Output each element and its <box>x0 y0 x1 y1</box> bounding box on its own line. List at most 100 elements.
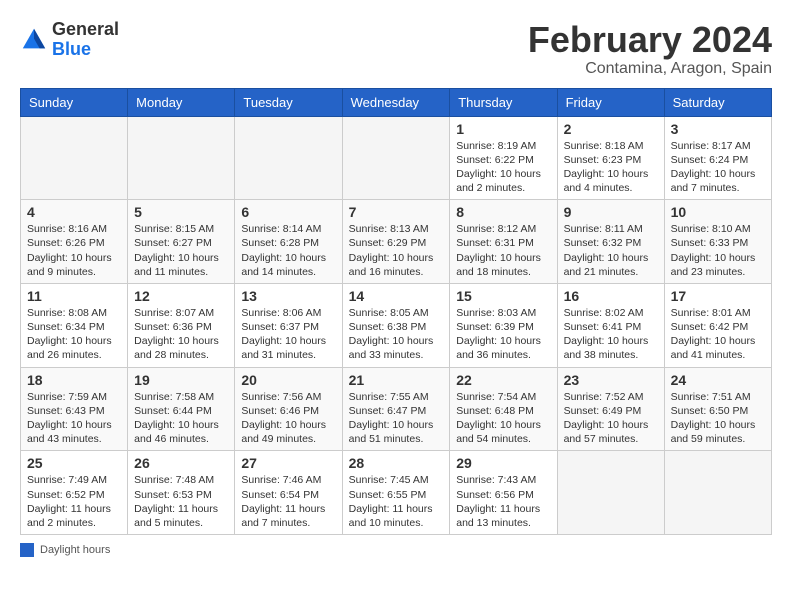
logo-icon <box>20 26 48 54</box>
day-info: Sunrise: 8:11 AM Sunset: 6:32 PM Dayligh… <box>564 222 658 279</box>
day-number: 13 <box>241 288 335 304</box>
day-info: Sunrise: 7:54 AM Sunset: 6:48 PM Dayligh… <box>456 390 550 447</box>
calendar-cell: 17Sunrise: 8:01 AM Sunset: 6:42 PM Dayli… <box>664 283 771 367</box>
calendar-cell: 8Sunrise: 8:12 AM Sunset: 6:31 PM Daylig… <box>450 200 557 284</box>
logo-blue-text: Blue <box>52 39 91 59</box>
day-number: 28 <box>349 455 444 471</box>
weekday-header-sunday: Sunday <box>21 88 128 116</box>
calendar-cell <box>664 451 771 535</box>
day-number: 3 <box>671 121 765 137</box>
legend-label: Daylight hours <box>40 544 110 556</box>
day-info: Sunrise: 8:15 AM Sunset: 6:27 PM Dayligh… <box>134 222 228 279</box>
day-number: 16 <box>564 288 658 304</box>
day-info: Sunrise: 8:07 AM Sunset: 6:36 PM Dayligh… <box>134 306 228 363</box>
day-info: Sunrise: 8:05 AM Sunset: 6:38 PM Dayligh… <box>349 306 444 363</box>
calendar-week-row: 1 Sunrise: 8:19 AM Sunset: 6:22 PM Daylig… <box>21 116 772 200</box>
legend-color-box <box>20 543 34 557</box>
calendar-cell: 6Sunrise: 8:14 AM Sunset: 6:28 PM Daylig… <box>235 200 342 284</box>
calendar-cell: 5 Sunrise: 8:15 AM Sunset: 6:27 PM Daylig… <box>128 200 235 284</box>
day-info: Sunrise: 8:03 AM Sunset: 6:39 PM Dayligh… <box>456 306 550 363</box>
calendar-cell: 2 Sunrise: 8:18 AM Sunset: 6:23 PM Daylig… <box>557 116 664 200</box>
logo-general: General <box>52 19 119 39</box>
day-info: Sunrise: 8:17 AM Sunset: 6:24 PM Dayligh… <box>671 139 765 196</box>
month-title: February 2024 <box>528 20 772 60</box>
page-header: General Blue February 2024 Contamina, Ar… <box>20 20 772 78</box>
day-info: Sunrise: 7:51 AM Sunset: 6:50 PM Dayligh… <box>671 390 765 447</box>
calendar-week-row: 11Sunrise: 8:08 AM Sunset: 6:34 PM Dayli… <box>21 283 772 367</box>
day-info: Sunrise: 7:48 AM Sunset: 6:53 PM Dayligh… <box>134 473 228 530</box>
day-number: 26 <box>134 455 228 471</box>
calendar-cell: 19 Sunrise: 7:58 AM Sunset: 6:44 PM Dayli… <box>128 367 235 451</box>
weekday-header-saturday: Saturday <box>664 88 771 116</box>
day-info: Sunrise: 7:52 AM Sunset: 6:49 PM Dayligh… <box>564 390 658 447</box>
day-number: 4 <box>27 204 121 220</box>
calendar-cell <box>342 116 450 200</box>
calendar-week-row: 25Sunrise: 7:49 AM Sunset: 6:52 PM Dayli… <box>21 451 772 535</box>
calendar-cell: 20Sunrise: 7:56 AM Sunset: 6:46 PM Dayli… <box>235 367 342 451</box>
calendar-cell: 3 Sunrise: 8:17 AM Sunset: 6:24 PM Daylig… <box>664 116 771 200</box>
day-info: Sunrise: 8:16 AM Sunset: 6:26 PM Dayligh… <box>27 222 121 279</box>
calendar-cell: 26 Sunrise: 7:48 AM Sunset: 6:53 PM Dayli… <box>128 451 235 535</box>
weekday-header-thursday: Thursday <box>450 88 557 116</box>
calendar-cell: 1 Sunrise: 8:19 AM Sunset: 6:22 PM Daylig… <box>450 116 557 200</box>
day-info: Sunrise: 8:02 AM Sunset: 6:41 PM Dayligh… <box>564 306 658 363</box>
day-number: 12 <box>134 288 228 304</box>
calendar-cell: 9 Sunrise: 8:11 AM Sunset: 6:32 PM Daylig… <box>557 200 664 284</box>
day-info: Sunrise: 8:08 AM Sunset: 6:34 PM Dayligh… <box>27 306 121 363</box>
weekday-header-wednesday: Wednesday <box>342 88 450 116</box>
day-number: 23 <box>564 372 658 388</box>
calendar-cell: 15 Sunrise: 8:03 AM Sunset: 6:39 PM Dayli… <box>450 283 557 367</box>
logo-text: General Blue <box>52 20 119 60</box>
day-info: Sunrise: 7:59 AM Sunset: 6:43 PM Dayligh… <box>27 390 121 447</box>
calendar-cell: 29Sunrise: 7:43 AM Sunset: 6:56 PM Dayli… <box>450 451 557 535</box>
day-info: Sunrise: 7:46 AM Sunset: 6:54 PM Dayligh… <box>241 473 335 530</box>
day-info: Sunrise: 8:10 AM Sunset: 6:33 PM Dayligh… <box>671 222 765 279</box>
calendar-cell: 13Sunrise: 8:06 AM Sunset: 6:37 PM Dayli… <box>235 283 342 367</box>
day-number: 2 <box>564 121 658 137</box>
calendar-cell: 14 Sunrise: 8:05 AM Sunset: 6:38 PM Dayli… <box>342 283 450 367</box>
day-number: 29 <box>456 455 550 471</box>
day-number: 14 <box>349 288 444 304</box>
calendar-cell: 24 Sunrise: 7:51 AM Sunset: 6:50 PM Dayli… <box>664 367 771 451</box>
calendar-cell: 11Sunrise: 8:08 AM Sunset: 6:34 PM Dayli… <box>21 283 128 367</box>
calendar-cell: 27 Sunrise: 7:46 AM Sunset: 6:54 PM Dayli… <box>235 451 342 535</box>
calendar-cell: 12 Sunrise: 8:07 AM Sunset: 6:36 PM Dayli… <box>128 283 235 367</box>
day-info: Sunrise: 8:14 AM Sunset: 6:28 PM Dayligh… <box>241 222 335 279</box>
day-number: 9 <box>564 204 658 220</box>
calendar-table: SundayMondayTuesdayWednesdayThursdayFrid… <box>20 88 772 535</box>
calendar-cell: 21Sunrise: 7:55 AM Sunset: 6:47 PM Dayli… <box>342 367 450 451</box>
calendar-cell <box>557 451 664 535</box>
calendar-cell: 16 Sunrise: 8:02 AM Sunset: 6:41 PM Dayli… <box>557 283 664 367</box>
day-number: 10 <box>671 204 765 220</box>
day-info: Sunrise: 7:56 AM Sunset: 6:46 PM Dayligh… <box>241 390 335 447</box>
day-number: 15 <box>456 288 550 304</box>
calendar-cell: 28Sunrise: 7:45 AM Sunset: 6:55 PM Dayli… <box>342 451 450 535</box>
calendar-cell: 18 Sunrise: 7:59 AM Sunset: 6:43 PM Dayli… <box>21 367 128 451</box>
calendar-cell: 23 Sunrise: 7:52 AM Sunset: 6:49 PM Dayli… <box>557 367 664 451</box>
legend: Daylight hours <box>20 543 772 557</box>
title-area: February 2024 Contamina, Aragon, Spain <box>528 20 772 78</box>
logo: General Blue <box>20 20 119 60</box>
day-number: 1 <box>456 121 550 137</box>
day-info: Sunrise: 8:18 AM Sunset: 6:23 PM Dayligh… <box>564 139 658 196</box>
location-title: Contamina, Aragon, Spain <box>528 60 772 78</box>
day-number: 24 <box>671 372 765 388</box>
calendar-cell: 25Sunrise: 7:49 AM Sunset: 6:52 PM Dayli… <box>21 451 128 535</box>
day-info: Sunrise: 8:12 AM Sunset: 6:31 PM Dayligh… <box>456 222 550 279</box>
calendar-cell: 22Sunrise: 7:54 AM Sunset: 6:48 PM Dayli… <box>450 367 557 451</box>
calendar-cell <box>128 116 235 200</box>
day-number: 18 <box>27 372 121 388</box>
calendar-cell: 4 Sunrise: 8:16 AM Sunset: 6:26 PM Daylig… <box>21 200 128 284</box>
day-number: 27 <box>241 455 335 471</box>
day-number: 7 <box>349 204 444 220</box>
weekday-header-row: SundayMondayTuesdayWednesdayThursdayFrid… <box>21 88 772 116</box>
day-number: 25 <box>27 455 121 471</box>
weekday-header-tuesday: Tuesday <box>235 88 342 116</box>
day-number: 19 <box>134 372 228 388</box>
calendar-cell <box>235 116 342 200</box>
weekday-header-monday: Monday <box>128 88 235 116</box>
day-info: Sunrise: 8:19 AM Sunset: 6:22 PM Dayligh… <box>456 139 550 196</box>
day-info: Sunrise: 7:58 AM Sunset: 6:44 PM Dayligh… <box>134 390 228 447</box>
day-number: 21 <box>349 372 444 388</box>
day-number: 5 <box>134 204 228 220</box>
